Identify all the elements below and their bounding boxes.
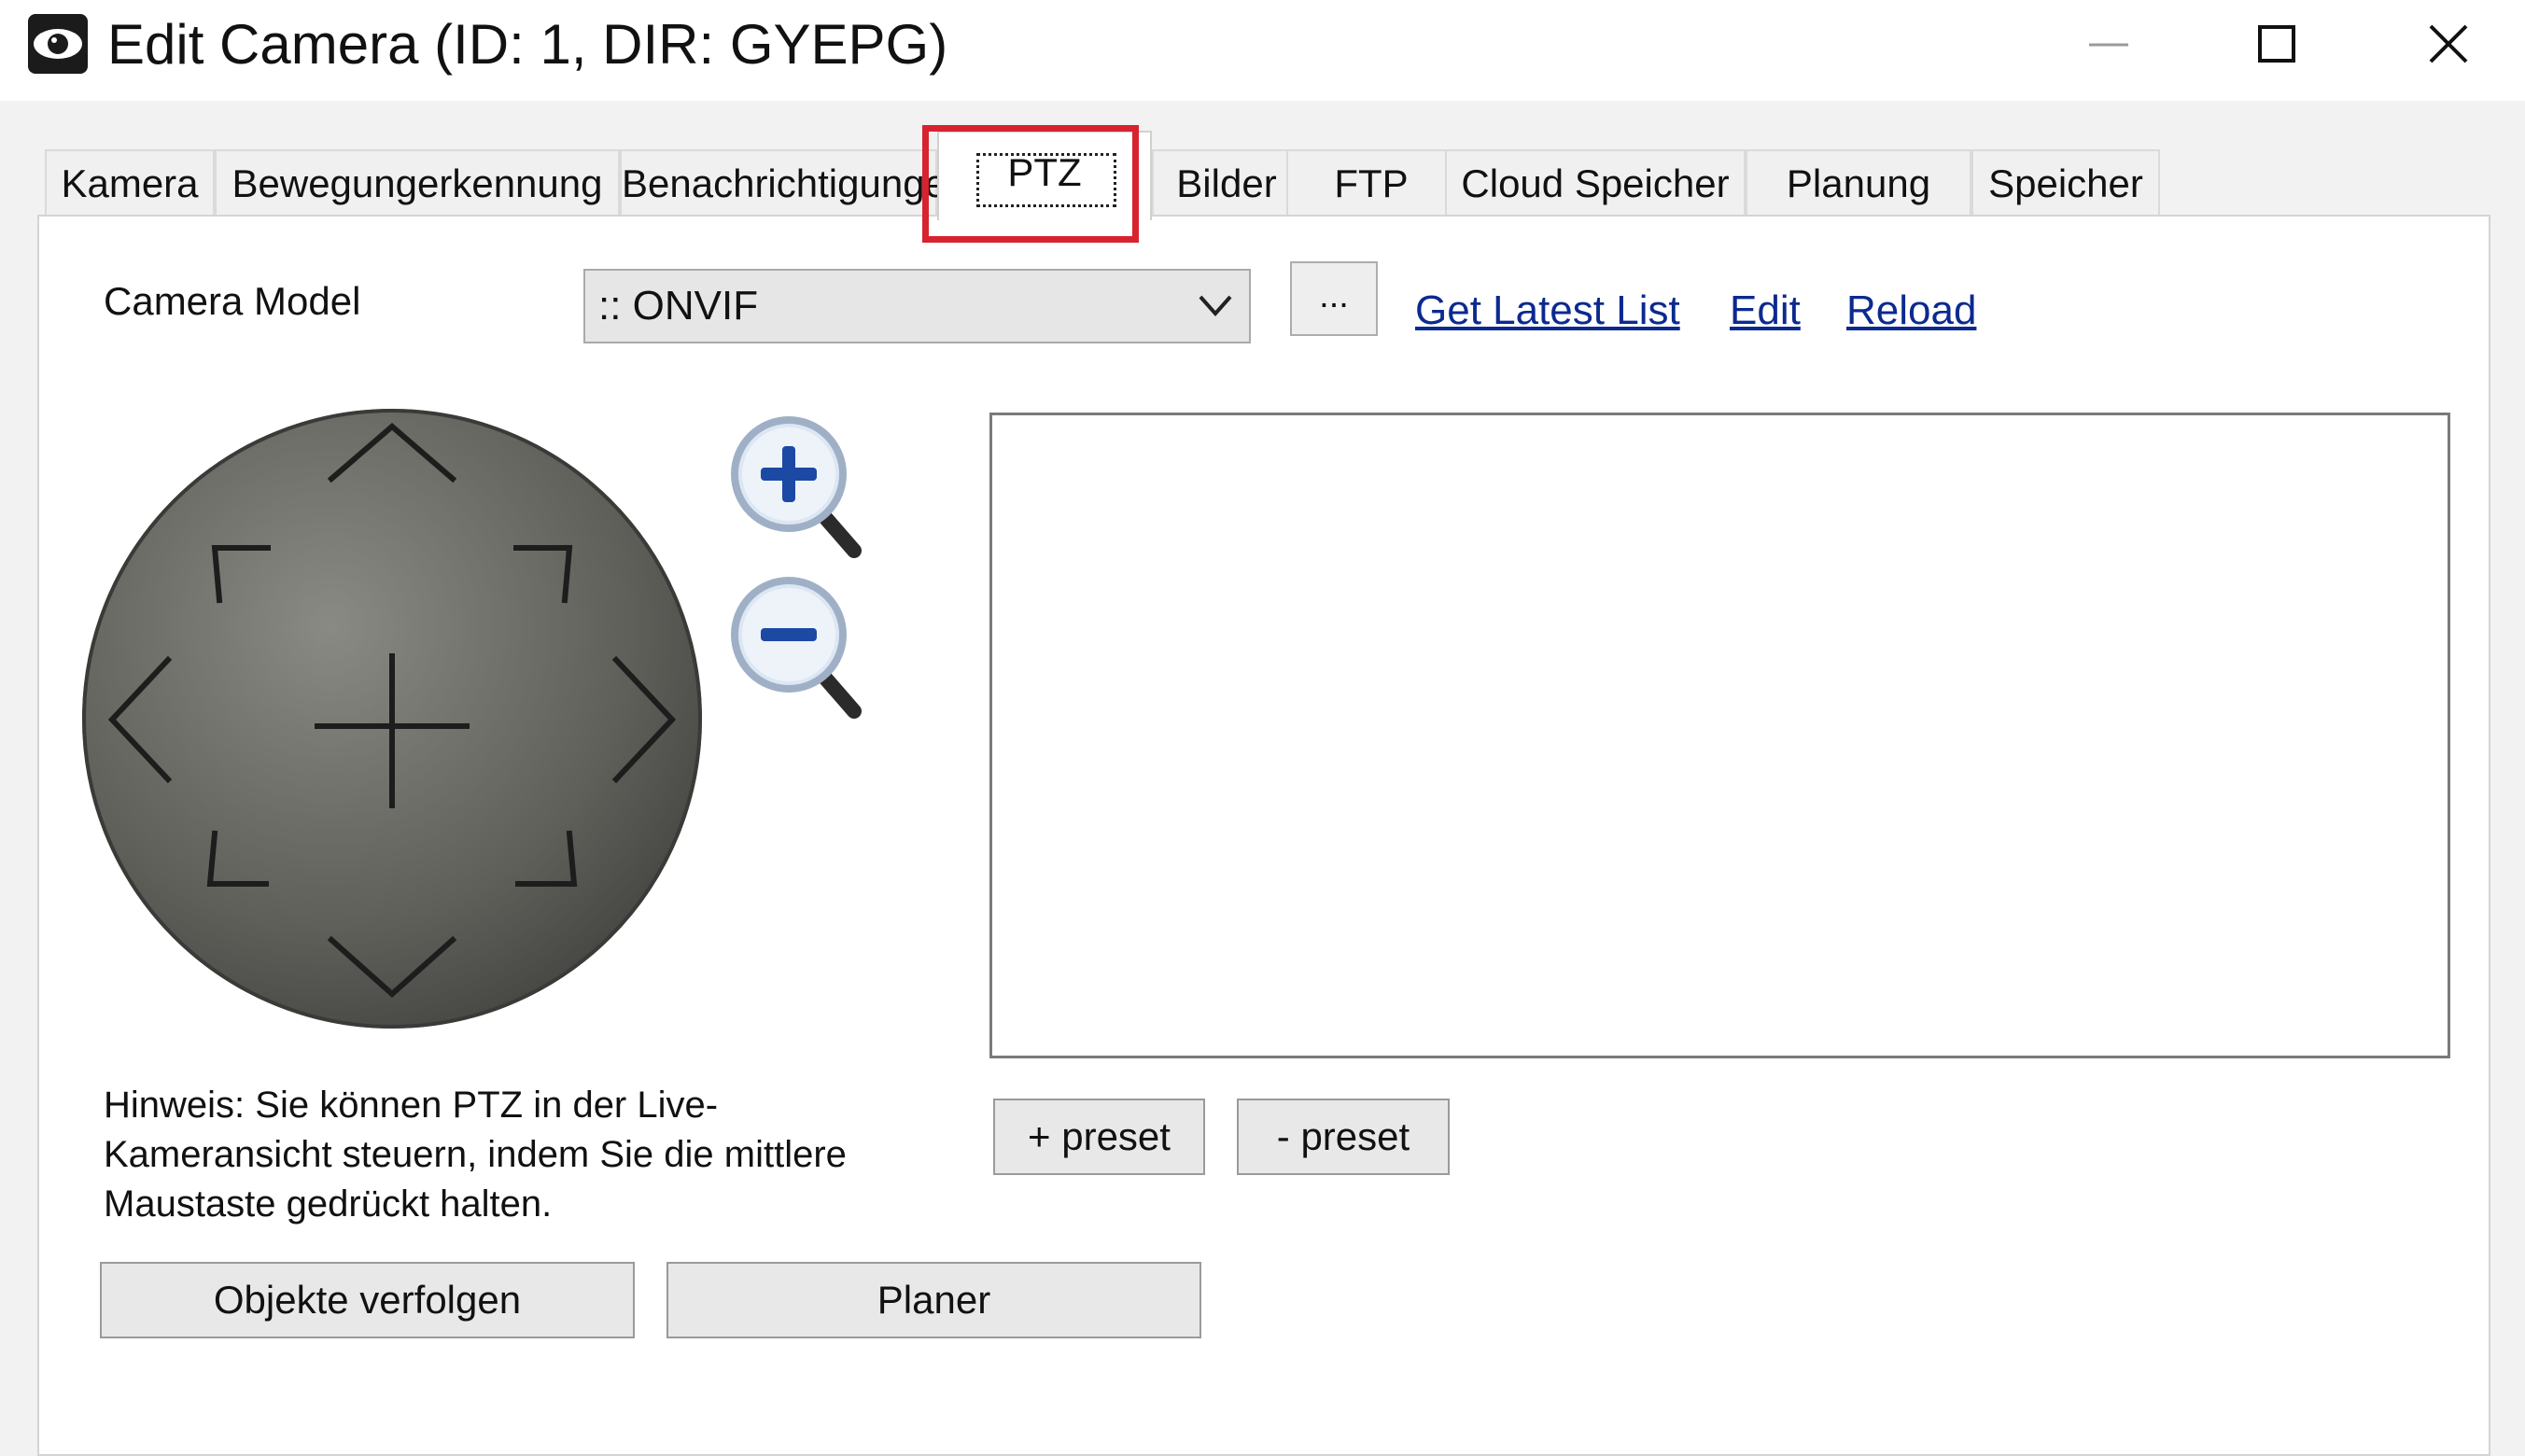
get-latest-list-link[interactable]: Get Latest List xyxy=(1415,285,1680,337)
tab-benachrichtigungen[interactable]: Benachrichtigungen xyxy=(620,149,968,215)
track-objects-button[interactable]: Objekte verfolgen xyxy=(100,1262,635,1338)
camera-model-value: :: ONVIF xyxy=(598,283,759,329)
title-bar: Edit Camera (ID: 1, DIR: GYEPG) xyxy=(0,0,2525,101)
tab-bewegungerkennung[interactable]: Bewegungerkennung xyxy=(215,149,620,215)
maximize-icon xyxy=(2258,25,2295,63)
minimize-button[interactable] xyxy=(2024,0,2192,90)
camera-model-label: Camera Model xyxy=(104,279,361,323)
tab-label: Benachrichtigungen xyxy=(622,161,969,205)
maximize-button[interactable] xyxy=(2194,0,2362,90)
browse-button[interactable]: ... xyxy=(1290,261,1378,336)
tab-cloud-speicher[interactable]: Cloud Speicher xyxy=(1445,149,1746,215)
close-icon xyxy=(2429,24,2468,63)
zoom-out-icon xyxy=(731,577,862,719)
tab-label: Bewegungerkennung xyxy=(231,161,603,205)
zoom-in-button[interactable] xyxy=(723,411,873,569)
tab-label: FTP xyxy=(1334,161,1409,205)
minimize-icon xyxy=(2089,43,2128,47)
tab-ptz[interactable]: PTZ xyxy=(937,131,1152,220)
ptz-joystick[interactable] xyxy=(79,406,705,1031)
ptz-hint-text: Hinweis: Sie können PTZ in der Live-Kame… xyxy=(104,1085,847,1225)
eye-icon xyxy=(28,14,88,74)
tab-planung[interactable]: Planung xyxy=(1746,149,1971,215)
window-title: Edit Camera (ID: 1, DIR: GYEPG) xyxy=(107,13,948,76)
preset-list[interactable] xyxy=(989,413,2450,1058)
zoom-out-button[interactable] xyxy=(723,571,873,730)
zoom-in-icon xyxy=(731,416,862,558)
planner-button[interactable]: Planer xyxy=(666,1262,1201,1338)
tab-bilder[interactable]: Bilder xyxy=(1152,149,1301,215)
remove-preset-button[interactable]: - preset xyxy=(1237,1099,1450,1175)
tab-speicher[interactable]: Speicher xyxy=(1971,149,2160,215)
add-preset-button[interactable]: + preset xyxy=(993,1099,1205,1175)
chevron-down-icon xyxy=(1199,295,1232,317)
tab-label: PTZ xyxy=(1007,150,1082,194)
tab-label: Planung xyxy=(1786,161,1931,205)
tab-ftp[interactable]: FTP xyxy=(1286,149,1456,215)
close-button[interactable] xyxy=(2364,0,2525,90)
reload-link[interactable]: Reload xyxy=(1846,285,1976,337)
tab-label: Cloud Speicher xyxy=(1461,161,1730,205)
tab-label: Bilder xyxy=(1176,161,1277,205)
tab-label: Kamera xyxy=(61,161,199,205)
tab-label: Speicher xyxy=(1988,161,2143,205)
edit-link[interactable]: Edit xyxy=(1730,285,1801,337)
tab-kamera[interactable]: Kamera xyxy=(45,149,215,215)
camera-model-select[interactable]: :: ONVIF xyxy=(583,269,1251,343)
